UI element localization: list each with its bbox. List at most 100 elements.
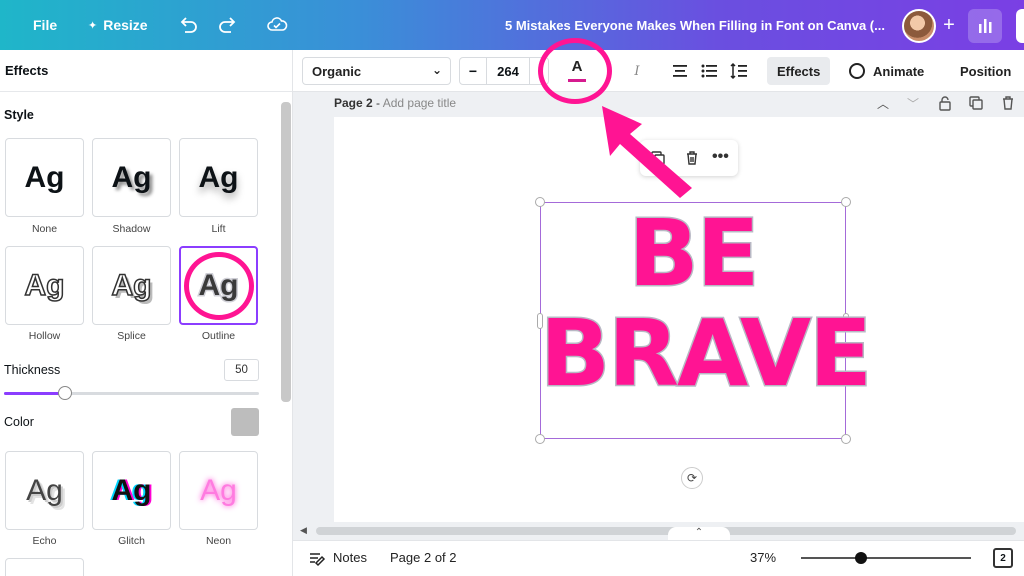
thickness-slider-fill [4,392,66,395]
style-caption: Neon [205,535,232,547]
panel-scrollbar[interactable] [281,102,291,402]
italic-icon[interactable]: I [629,57,645,85]
style-neon-tile[interactable]: Ag [179,451,258,530]
redo-icon[interactable] [217,14,239,36]
page-title-bar[interactable]: Page 2 - Add page title [334,96,456,110]
horizontal-scrollbar[interactable] [316,527,1016,535]
design-text-line-2[interactable]: BRAVE [539,306,874,401]
thickness-label: Thickness [4,363,61,377]
zoom-slider-knob[interactable] [854,552,867,564]
zoom-level[interactable]: 37% [750,550,776,565]
style-caption: None [31,223,58,235]
style-heading: Style [4,108,34,122]
page-grid-icon[interactable]: 2 [993,548,1013,568]
style-caption: Shadow [112,223,151,235]
style-caption: Splice [117,330,146,342]
duplicate-page-icon[interactable] [968,95,984,111]
style-caption: Echo [32,535,57,547]
animate-label: Animate [873,63,925,79]
bar-chart-icon [979,19,992,33]
rotate-icon[interactable]: ⟳ [681,467,703,489]
effects-button[interactable]: Effects [767,57,831,85]
chevron-up-icon[interactable]: ︿ [875,95,891,111]
style-outline-tile[interactable]: Ag [179,246,258,325]
file-menu-button[interactable]: File [33,0,57,50]
thickness-slider-knob[interactable] [58,386,73,400]
resize-handle[interactable] [535,197,545,207]
resize-handle[interactable] [535,434,545,444]
decrease-font-size-button[interactable]: − [460,63,486,79]
style-shadow-tile[interactable]: Ag [92,138,171,217]
scroll-left-icon[interactable]: ◀ [300,525,307,536]
style-splice-tile[interactable]: Ag [92,246,171,325]
effects-panel-title: Effects [5,63,49,78]
style-sample: Ag [198,160,239,194]
effects-panel-header: Effects [0,50,292,92]
font-family-dropdown[interactable]: Organic ⌄ [302,57,451,85]
style-sample: Ag [111,268,153,303]
file-menu-label: File [33,17,58,33]
annotation-arrow-icon [602,106,692,198]
style-tile-partial[interactable] [5,558,84,576]
chevron-down-icon: ⌄ [431,63,442,77]
font-size-control: − 264 [459,57,549,85]
page-indicator[interactable]: Page 2 of 2 [390,550,457,565]
animate-button[interactable]: Animate [849,57,924,85]
style-caption: Lift [211,223,226,235]
notes-button[interactable]: Notes [333,550,367,565]
effects-panel: Effects Style Ag None Ag Shadow Ag Lift … [0,50,293,576]
resize-button[interactable]: ✦ Resize [88,0,148,50]
style-sample: Ag [26,473,63,507]
outline-color-swatch[interactable] [231,408,259,436]
cloud-saved-icon[interactable] [266,14,288,36]
resize-label: Resize [103,17,148,33]
top-bar: File ✦ Resize 5 Mistakes Everyone Makes … [0,0,1024,50]
color-label: Color [4,415,34,429]
show-pages-toggle[interactable]: ⌃ [668,527,730,541]
style-glitch-tile[interactable]: Ag [92,451,171,530]
more-options-icon[interactable]: ••• [712,148,729,166]
style-sample: Ag [24,160,65,194]
add-collaborator-button[interactable]: + [936,12,962,38]
insights-button[interactable] [968,9,1002,43]
style-hollow-tile[interactable]: Ag [5,246,84,325]
list-icon[interactable] [700,57,718,85]
align-center-icon[interactable] [671,57,689,85]
resize-handle[interactable] [841,434,851,444]
style-caption: Hollow [28,330,61,342]
thickness-value-input[interactable]: 50 [224,359,259,381]
font-family-value: Organic [312,63,362,79]
style-sample: Ag [24,268,66,303]
style-sample: Ag [111,160,152,194]
lock-icon[interactable] [937,95,953,111]
resize-handle[interactable] [841,197,851,207]
share-button[interactable] [1016,9,1024,43]
font-size-input[interactable]: 264 [486,58,530,84]
text-toolbar: Organic ⌄ − 264 A I Effects Animate Posi… [293,50,1024,92]
style-echo-tile[interactable]: Ag [5,451,84,530]
style-caption: Glitch [118,535,145,547]
notes-icon[interactable] [308,550,326,568]
user-avatar[interactable] [902,9,936,43]
style-sample: Ag [111,473,152,507]
undo-icon[interactable] [177,14,199,36]
spacing-icon[interactable] [730,57,748,85]
bottom-bar: Notes Page 2 of 2 37% 2 [293,540,1024,576]
style-caption: Outline [201,330,236,342]
annotation-circle [538,38,612,104]
style-sample: Ag [200,473,237,507]
position-button[interactable]: Position [960,57,1011,85]
style-none-tile[interactable]: Ag [5,138,84,217]
thickness-slider[interactable] [4,386,259,400]
delete-page-icon[interactable] [1000,95,1016,111]
animate-icon [849,63,865,79]
annotation-circle [184,252,254,320]
design-text-line-1[interactable]: BE [540,206,846,301]
page-number-label: Page 2 [334,96,373,110]
chevron-down-icon[interactable]: ﹀ [905,95,921,111]
zoom-slider[interactable] [801,552,971,564]
page-title-placeholder: Add page title [382,96,457,110]
style-lift-tile[interactable]: Ag [179,138,258,217]
sparkle-icon: ✦ [88,19,98,32]
page-separator: - [372,96,383,110]
